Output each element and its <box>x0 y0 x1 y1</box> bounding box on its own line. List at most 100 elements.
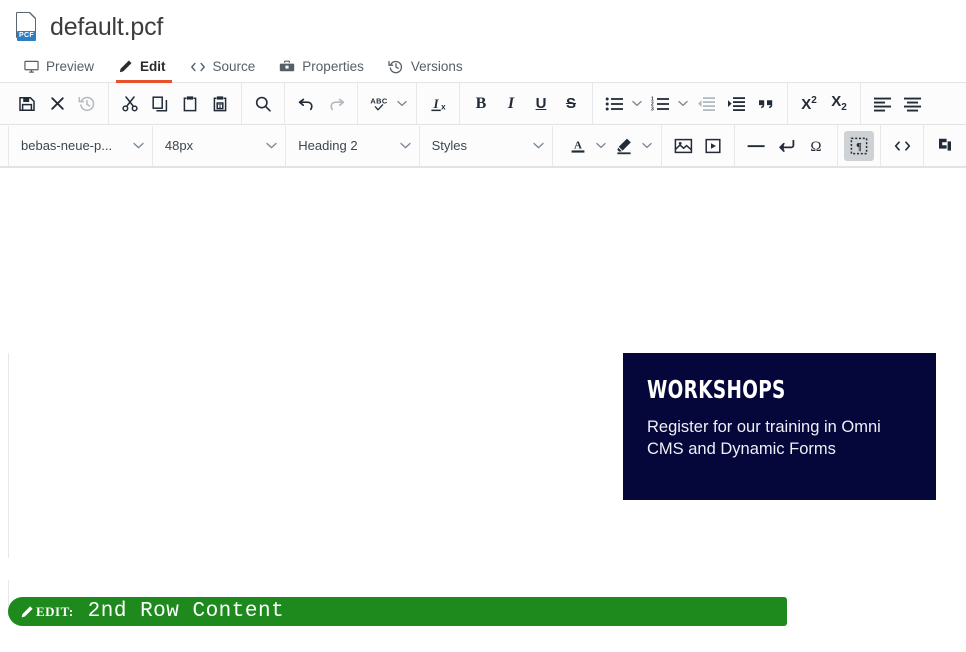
overflow-button[interactable] <box>930 131 960 161</box>
text-color-dropdown-caret[interactable] <box>593 131 609 161</box>
bold-label: B <box>476 96 487 112</box>
line-break-button[interactable] <box>771 131 801 161</box>
tab-label: Source <box>213 59 256 74</box>
bold-button[interactable]: B <box>466 89 496 119</box>
styles-value: Styles <box>432 138 467 153</box>
omni-cms-page-editor: PCF default.pcf Preview Edit <box>0 0 966 652</box>
tab-preview[interactable]: Preview <box>14 53 108 82</box>
font-family-value: bebas-neue-p... <box>21 138 112 153</box>
svg-text:Ω: Ω <box>810 139 821 155</box>
underline-button[interactable]: U <box>526 89 556 119</box>
paste-text-button[interactable]: T <box>205 89 235 119</box>
special-character-button[interactable]: Ω <box>801 131 831 161</box>
svg-text:A: A <box>574 139 582 151</box>
numbered-list-button[interactable]: 1 2 3 <box>645 89 675 119</box>
toolbar-group-media <box>661 125 734 166</box>
font-size-select[interactable]: 48px <box>153 126 286 166</box>
italic-button[interactable]: I <box>496 89 526 119</box>
toolbar-group-remove-format: I x <box>416 83 459 124</box>
toolbar-group-view: ¶ <box>837 125 880 166</box>
pcf-file-icon: PCF <box>14 11 40 43</box>
toolbar-group-clipboard: T <box>108 83 241 124</box>
italic-label: I <box>508 96 514 112</box>
svg-text:ABC: ABC <box>370 96 387 105</box>
source-code-button[interactable] <box>887 131 917 161</box>
toolbar-group-align <box>860 83 933 124</box>
workshops-banner-body: Register for our training in Omni CMS an… <box>647 416 912 461</box>
editor-tabs: Preview Edit Source <box>0 48 966 83</box>
undo-button[interactable] <box>291 89 321 119</box>
chevron-down-icon <box>133 142 144 149</box>
align-center-button[interactable] <box>897 89 927 119</box>
blockquote-button[interactable] <box>751 89 781 119</box>
show-blocks-button[interactable]: ¶ <box>844 131 874 161</box>
svg-text:x: x <box>441 102 446 111</box>
chevron-down-icon <box>533 142 544 149</box>
bulleted-list-button[interactable] <box>599 89 629 119</box>
remove-format-button[interactable]: I x <box>423 89 453 119</box>
toolbar-row-2: bebas-neue-p... 48px Heading 2 Styles <box>0 125 966 167</box>
pencil-icon <box>118 59 133 74</box>
copy-button[interactable] <box>145 89 175 119</box>
font-size-value: 48px <box>165 138 193 153</box>
bulleted-list-dropdown-caret[interactable] <box>629 89 645 119</box>
page-title: default.pcf <box>50 13 163 42</box>
tab-label: Preview <box>46 59 94 74</box>
editable-region-name: 2nd Row Content <box>88 600 285 623</box>
highlight-color-button[interactable] <box>609 131 639 161</box>
toolbar-group-overflow <box>923 125 966 166</box>
tab-label: Versions <box>411 59 463 74</box>
titlebar: PCF default.pcf <box>0 0 966 48</box>
outdent-button[interactable] <box>691 89 721 119</box>
spellcheck-dropdown-caret[interactable] <box>394 89 410 119</box>
pencil-icon <box>20 605 34 619</box>
find-button[interactable] <box>248 89 278 119</box>
revert-button[interactable] <box>72 89 102 119</box>
toolbar-group-inline-format: B I U S <box>459 83 592 124</box>
strikethrough-button[interactable]: S <box>556 89 586 119</box>
strikethrough-label: S <box>566 96 576 111</box>
toolbar-group-colors: A <box>553 125 661 166</box>
underline-label: U <box>536 96 547 111</box>
history-clock-icon <box>388 59 404 74</box>
tab-properties[interactable]: Properties <box>269 53 378 82</box>
code-brackets-icon <box>190 60 206 74</box>
insert-image-button[interactable] <box>668 131 698 161</box>
subscript-button[interactable]: X2 <box>824 89 854 119</box>
paragraph-format-select[interactable]: Heading 2 <box>286 126 419 166</box>
styles-select[interactable]: Styles <box>420 126 553 166</box>
svg-text:¶: ¶ <box>856 142 862 153</box>
toolbox-icon <box>279 59 295 74</box>
indent-button[interactable] <box>721 89 751 119</box>
workshops-banner[interactable]: WORKSHOPS Register for our training in O… <box>623 353 936 500</box>
tab-edit[interactable]: Edit <box>108 53 180 82</box>
align-left-button[interactable] <box>867 89 897 119</box>
paste-button[interactable] <box>175 89 205 119</box>
cut-button[interactable] <box>115 89 145 119</box>
editable-region-bar[interactable]: EDIT: 2nd Row Content <box>8 597 787 626</box>
editor-canvas[interactable]: WORKSHOPS Register for our training in O… <box>0 168 966 640</box>
text-color-button[interactable]: A <box>563 131 593 161</box>
font-family-select[interactable]: bebas-neue-p... <box>8 126 153 166</box>
toolbar-group-spellcheck: ABC <box>357 83 416 124</box>
save-button[interactable] <box>12 89 42 119</box>
numbered-list-dropdown-caret[interactable] <box>675 89 691 119</box>
spellcheck-button[interactable]: ABC <box>364 89 394 119</box>
tab-source[interactable]: Source <box>180 53 270 82</box>
tab-label: Properties <box>302 59 364 74</box>
superscript-button[interactable]: X2 <box>794 89 824 119</box>
svg-text:T: T <box>218 102 223 109</box>
redo-button[interactable] <box>321 89 351 119</box>
editor-toolbar: T <box>0 83 966 168</box>
chevron-down-icon <box>266 142 277 149</box>
toolbar-group-document <box>6 83 108 124</box>
toolbar-group-lists: 1 2 3 <box>592 83 787 124</box>
horizontal-rule-button[interactable] <box>741 131 771 161</box>
tab-versions[interactable]: Versions <box>378 53 477 82</box>
highlight-color-dropdown-caret[interactable] <box>639 131 655 161</box>
close-button[interactable] <box>42 89 72 119</box>
toolbar-row-1: T <box>0 83 966 125</box>
insert-video-button[interactable] <box>698 131 728 161</box>
tab-label: Edit <box>140 59 166 74</box>
svg-text:3: 3 <box>651 106 654 112</box>
